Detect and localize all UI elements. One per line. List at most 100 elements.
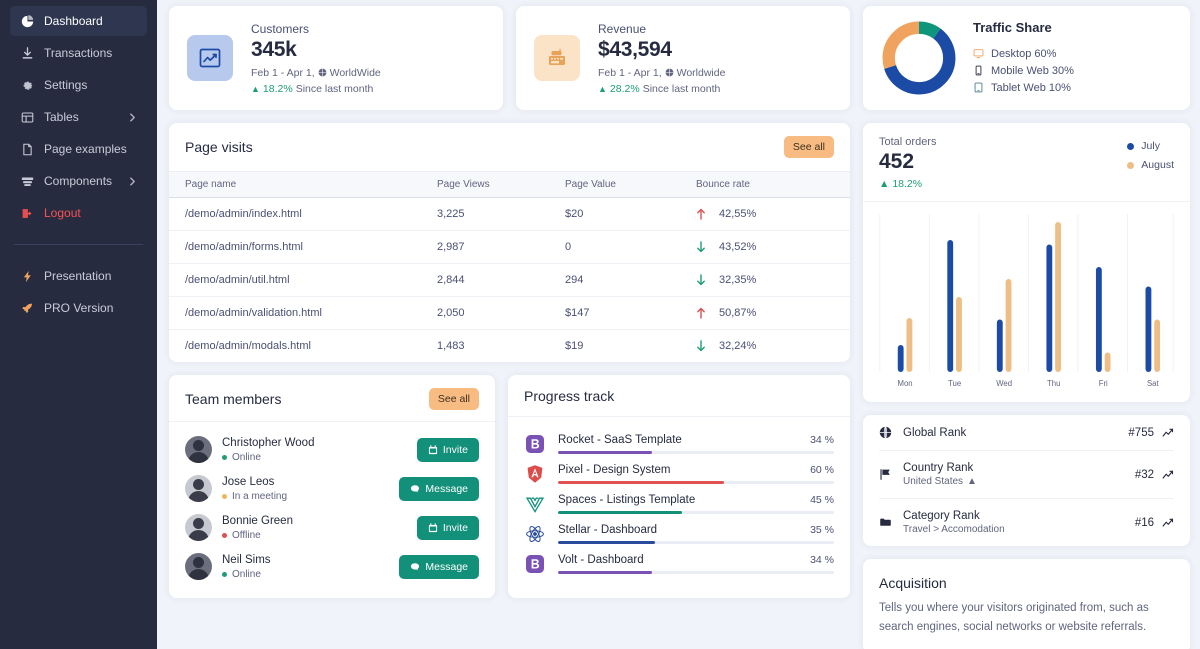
- progress-fill: [558, 481, 724, 484]
- sidebar-item-label: Logout: [44, 206, 137, 220]
- chart-icon: [1162, 427, 1174, 439]
- x-axis-label: Fri: [1099, 379, 1108, 388]
- chevron-right-icon: [128, 113, 137, 122]
- pie-chart-icon: [20, 14, 34, 28]
- arrow-down-icon: [696, 241, 706, 253]
- legend-item-july: July: [1127, 140, 1174, 152]
- list-item[interactable]: Christopher Wood Online Invite: [185, 430, 479, 469]
- bar-august-tue: [956, 297, 962, 372]
- rank-row-category[interactable]: Category Rank Travel > Accomodation #16: [879, 499, 1174, 546]
- sidebar-item-page-examples[interactable]: Page examples: [10, 134, 147, 164]
- arrow-up-icon: [696, 208, 706, 220]
- ranks-card: Global Rank #755 Country Rank United Sta…: [863, 415, 1190, 546]
- chat-icon: [410, 562, 420, 572]
- column-page-views: Page Views: [437, 172, 565, 198]
- list-item[interactable]: Bonnie Green Offline Invite: [185, 508, 479, 547]
- sidebar: Dashboard Transactions Settings Tables P…: [0, 0, 157, 649]
- traffic-label: Tablet Web 10%: [991, 82, 1071, 94]
- sidebar-item-transactions[interactable]: Transactions: [10, 38, 147, 68]
- x-axis-label: Sat: [1147, 379, 1159, 388]
- rank-body: Country Rank United States▲: [903, 462, 1124, 487]
- legend-label: August: [1141, 159, 1174, 171]
- dashboard-app: Dashboard Transactions Settings Tables P…: [0, 0, 1200, 649]
- column-page-name: Page name: [169, 172, 437, 198]
- chat-icon: [410, 484, 420, 494]
- list-item[interactable]: Jose Leos In a meeting Message: [185, 469, 479, 508]
- list-item[interactable]: Stellar - Dashboard 35 %: [524, 517, 834, 547]
- progress-header: Progress track: [508, 375, 850, 417]
- bootstrap-logo-icon: [524, 433, 546, 455]
- team-member-status: In a meeting: [222, 491, 389, 502]
- invite-button[interactable]: Invite: [417, 438, 479, 462]
- team-info: Neil Sims Online: [222, 554, 389, 580]
- bounce-value: 32,24%: [719, 340, 756, 352]
- bar-july-thu: [1046, 245, 1052, 373]
- cell-bounce-rate: 42,55%: [696, 198, 850, 231]
- table-row[interactable]: /demo/admin/forms.html 2,987 0 43,52%: [169, 231, 850, 264]
- bottom-row: Team members See all Christopher Wood On…: [169, 375, 850, 598]
- button-label: Invite: [443, 444, 468, 456]
- orders-chart-wrap: MonTueWedThuFriSat: [863, 202, 1190, 402]
- table-row[interactable]: /demo/admin/util.html 2,844 294 32,35%: [169, 264, 850, 297]
- rank-subtitle: Travel > Accomodation: [903, 524, 1124, 535]
- page-visits-table: Page name Page Views Page Value Bounce r…: [169, 171, 850, 362]
- sidebar-item-pro-version[interactable]: PRO Version: [10, 293, 147, 323]
- sidebar-item-label: Presentation: [44, 269, 137, 283]
- progress-percent: 60 %: [810, 464, 834, 476]
- rank-value-group: #16: [1135, 517, 1174, 529]
- progress-fill: [558, 541, 655, 544]
- table-row[interactable]: /demo/admin/index.html 3,225 $20 42,55%: [169, 198, 850, 231]
- cell-page-views: 3,225: [437, 198, 565, 231]
- sidebar-item-presentation[interactable]: Presentation: [10, 261, 147, 291]
- sidebar-item-components[interactable]: Components: [10, 166, 147, 196]
- list-item[interactable]: Rocket - SaaS Template 34 %: [524, 427, 834, 457]
- sidebar-item-settings[interactable]: Settings: [10, 70, 147, 100]
- sidebar-item-dashboard[interactable]: Dashboard: [10, 6, 147, 36]
- gear-icon: [20, 78, 34, 92]
- table-row[interactable]: /demo/admin/modals.html 1,483 $19 32,24%: [169, 330, 850, 363]
- cell-page-name: /demo/admin/index.html: [169, 198, 437, 231]
- status-dot: [222, 572, 227, 577]
- progress-body: Spaces - Listings Template 45 %: [558, 494, 834, 514]
- sidebar-item-logout[interactable]: Logout: [10, 198, 147, 228]
- progress-bar: [558, 481, 834, 484]
- message-button[interactable]: Message: [399, 555, 479, 579]
- list-item[interactable]: Spaces - Listings Template 45 %: [524, 487, 834, 517]
- traffic-donut-chart: [879, 18, 959, 98]
- invite-button[interactable]: Invite: [417, 516, 479, 540]
- rank-title: Country Rank: [903, 462, 1124, 474]
- team-see-all-button[interactable]: See all: [429, 388, 479, 410]
- total-orders-card: Total orders 452 ▲ 18.2% July August: [863, 123, 1190, 402]
- sidebar-item-label: Settings: [44, 78, 137, 92]
- page-visits-title: Page visits: [185, 139, 253, 155]
- main-content: Customers 345k Feb 1 - Apr 1, WorldWide …: [157, 0, 1200, 649]
- document-icon: [20, 142, 34, 156]
- bounce-value: 43,52%: [719, 241, 756, 253]
- cell-page-value: $147: [565, 297, 696, 330]
- progress-label: Pixel - Design System: [558, 464, 670, 476]
- table-row[interactable]: /demo/admin/validation.html 2,050 $147 5…: [169, 297, 850, 330]
- globe-icon: [665, 68, 674, 77]
- stat-delta-suffix: Since last month: [643, 83, 721, 95]
- stat-title: Customers: [251, 22, 381, 36]
- page-visits-see-all-button[interactable]: See all: [784, 136, 834, 158]
- list-item[interactable]: Neil Sims Online Message: [185, 547, 479, 586]
- left-column: Customers 345k Feb 1 - Apr 1, WorldWide …: [169, 6, 850, 649]
- rank-value-group: #755: [1128, 427, 1174, 439]
- message-button[interactable]: Message: [399, 477, 479, 501]
- arrow-up-icon: [696, 307, 706, 319]
- stat-value: 345k: [251, 38, 381, 62]
- stat-period-text: Feb 1 - Apr 1,: [598, 67, 662, 79]
- sidebar-item-tables[interactable]: Tables: [10, 102, 147, 132]
- legend-dot: [1127, 143, 1134, 150]
- react-logo-icon: [524, 523, 546, 545]
- acquisition-text: Tells you where your visitors originated…: [879, 599, 1174, 637]
- list-item[interactable]: Volt - Dashboard 34 %: [524, 547, 834, 577]
- list-item[interactable]: Pixel - Design System 60 %: [524, 457, 834, 487]
- rank-row-global[interactable]: Global Rank #755: [879, 415, 1174, 451]
- rank-row-country[interactable]: Country Rank United States▲ #32: [879, 451, 1174, 499]
- status-label: Online: [232, 569, 261, 580]
- cell-bounce-rate: 32,24%: [696, 330, 850, 363]
- rocket-icon: [20, 301, 34, 315]
- progress-bar: [558, 541, 834, 544]
